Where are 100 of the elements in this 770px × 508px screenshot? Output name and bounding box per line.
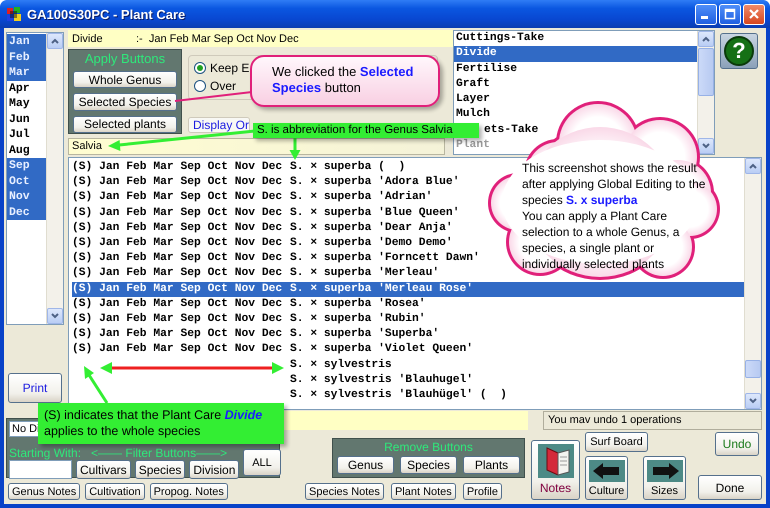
notes-button[interactable]: Notes [531, 440, 580, 500]
notes-button[interactable]: Plant Notes [390, 483, 456, 500]
culture-button[interactable]: Culture [585, 456, 628, 500]
month-item[interactable]: Apr [7, 80, 46, 96]
panel-title: <—— Filter Buttons——> [91, 447, 228, 460]
notes-button[interactable]: Species Notes [305, 483, 384, 500]
plant-row[interactable]: (S) Jan Feb Mar Sep Oct Nov Dec S. × superba 'Adrian' [72, 190, 432, 206]
notes-button[interactable]: Propog. Notes [150, 483, 228, 500]
selected-row[interactable]: (S) Jan Feb Mar Sep Oct Nov Dec S. × superba 'Merleau Rose' [72, 282, 744, 297]
month-item[interactable]: Aug [7, 142, 46, 158]
month-item[interactable]: Oct [7, 174, 46, 189]
plant-name: S. × superba ( ) [290, 160, 406, 176]
plant-row[interactable]: (S) Jan Feb Mar Sep Oct Nov Dec S. × superba 'Rosea' [72, 296, 426, 312]
plant-row[interactable]: (S) Jan Feb Mar Sep Oct Nov Dec S. × superba 'Blue Queen' [72, 206, 460, 221]
notes-button[interactable]: Cultivation [85, 483, 145, 500]
surf-board-button[interactable]: Surf Board [585, 432, 648, 452]
notes-button[interactable]: Genus Notes [8, 483, 80, 500]
plant-row[interactable]: (S) Jan Feb Mar Sep Oct Nov Dec S. × superba 'Merleau' [72, 266, 440, 282]
care-months: (S) Jan Feb Mar Sep Oct Nov Dec [72, 160, 284, 176]
apply-button[interactable]: Selected plants [73, 116, 177, 133]
plant-row[interactable]: (S) Jan Feb Mar Sep Oct Nov Dec S. × superba 'Demo Demo' [72, 236, 453, 252]
care-months: :- Jan Feb Mar Sep Oct Nov Dec [136, 32, 299, 44]
month-item[interactable]: Dec [7, 204, 46, 220]
callout-text: You can apply a Plant Care selection to a whole Genus, a species, a single plant or individually selected plants [522, 208, 680, 272]
care-task-item[interactable]: ets-Take [482, 122, 540, 138]
panel-title: Remove Buttons [384, 439, 473, 456]
remove-button[interactable]: Genus [337, 456, 394, 474]
print-button[interactable]: Print [8, 373, 62, 403]
care-task-item[interactable]: Cuttings-Take [454, 31, 546, 46]
care-months: (S) Jan Feb Mar Sep Oct Nov Dec [72, 312, 284, 327]
plant-row[interactable]: S. × sylvestris 'Blauhügel' ( ) [290, 388, 507, 403]
plant-name: S. × superba 'Dear Anja' [290, 220, 453, 236]
radio-option[interactable]: Over [194, 79, 236, 93]
plant-row[interactable]: (S) Jan Feb Mar Sep Oct Nov Dec S. × superba 'Rubin' [72, 312, 426, 328]
care-months: (S) Jan Feb Mar Sep Oct Nov Dec [72, 266, 284, 282]
care-task-item[interactable]: Layer [454, 92, 492, 108]
sizes-button[interactable]: Sizes [643, 456, 686, 500]
plant-name: S. × superba 'Violet Queen' [290, 342, 474, 358]
callout-text: This screenshot shows the result after applying Global Editing to the species S. x superba [522, 160, 706, 208]
care-months: (S) Jan Feb Mar Sep Oct Nov Dec [72, 206, 284, 221]
filter-button[interactable]: Cultivars [76, 460, 131, 479]
plant-row[interactable]: S. × sylvestris 'Blauhugel' [290, 372, 474, 388]
month-item[interactable]: May [7, 96, 46, 112]
plant-row[interactable]: (S) Jan Feb Mar Sep Oct Nov Dec S. × superba ( ) [72, 160, 406, 176]
plant-name: S. × superba 'Superba' [290, 327, 440, 342]
callout-bubble: We clicked the Selected Species button [250, 55, 440, 107]
month-item[interactable]: Nov [7, 189, 46, 204]
care-task-item[interactable]: Graft [454, 76, 492, 92]
window-title: GA100S30PC - Plant Care [27, 6, 186, 22]
care-months: (S) Jan Feb Mar Sep Oct Nov Dec [72, 327, 284, 342]
plant-row[interactable]: S. × sylvestris [290, 357, 392, 373]
plant-name: S. × superba 'Adrian' [290, 190, 432, 206]
starting-with-label: Starting With: [9, 447, 82, 460]
notes-button[interactable]: Profile [462, 483, 502, 500]
plant-row[interactable]: (S) Jan Feb Mar Sep Oct Nov Dec S. × superba 'Violet Queen' [72, 342, 474, 358]
plant-row[interactable]: (S) Jan Feb Mar Sep Oct Nov Dec S. × superba 'Adora Blue' [72, 175, 460, 190]
month-item[interactable]: Jan [7, 34, 46, 50]
care-months: (S) Jan Feb Mar Sep Oct Nov Dec [72, 236, 284, 252]
remove-button[interactable]: Species [400, 456, 457, 474]
genus-field[interactable]: Salvia [68, 138, 445, 155]
plant-name: S. × superba 'Blue Queen' [290, 206, 460, 221]
plant-name: S. × superba 'Rosea' [290, 296, 426, 312]
filter-button[interactable]: Division [189, 460, 240, 479]
month-item[interactable]: Jul [7, 127, 46, 142]
month-item[interactable]: Feb [7, 50, 46, 65]
care-months: (S) Jan Feb Mar Sep Oct Nov Dec [72, 251, 284, 266]
plant-row[interactable]: (S) Jan Feb Mar Sep Oct Nov Dec S. × superba 'Dear Anja' [72, 220, 453, 236]
month-item[interactable]: Jun [7, 112, 46, 127]
display-order-field[interactable]: Display Or [188, 117, 250, 133]
radio-option[interactable]: Keep E [194, 61, 250, 75]
plant-name: S. × superba 'Forncett Dawn' [290, 251, 480, 266]
care-months: (S) Jan Feb Mar Sep Oct Nov Dec [72, 296, 284, 312]
apply-button[interactable]: Selected Species [73, 93, 177, 111]
plant-row[interactable]: (S) Jan Feb Mar Sep Oct Nov Dec S. × superba 'Forncett Dawn' [72, 251, 480, 266]
month-item[interactable]: Sep [7, 158, 46, 174]
callout-label: (S) indicates that the Plant Care Divide applies to the whole species [38, 403, 284, 444]
done-button[interactable]: Done [698, 475, 762, 500]
filter-button[interactable]: Species [134, 460, 186, 479]
help-button[interactable]: ? [720, 33, 758, 69]
plant-name: S. × superba 'Rubin' [290, 312, 426, 327]
plant-name: S. × superba 'Adora Blue' [290, 175, 460, 190]
all-button[interactable]: ALL [243, 449, 281, 476]
care-task-item[interactable]: Divide [454, 46, 697, 62]
callout-label: S. is abbreviation for the Genus Salvia [253, 123, 479, 138]
plant-name: S. × superba 'Merleau' [290, 266, 440, 282]
undo-button[interactable]: Undo [715, 432, 759, 456]
care-task-name: Divide [72, 32, 104, 44]
status-text: You mav undo 1 operations [543, 411, 762, 430]
care-months: (S) Jan Feb Mar Sep Oct Nov Dec [72, 342, 284, 358]
care-months: (S) Jan Feb Mar Sep Oct Nov Dec [72, 190, 284, 206]
plant-name: S. × superba 'Demo Demo' [290, 236, 453, 252]
plant-name: S. × superba 'Merleau Rose' [290, 282, 474, 297]
apply-button[interactable]: Whole Genus [73, 71, 177, 88]
care-months: (S) Jan Feb Mar Sep Oct Nov Dec [72, 220, 284, 236]
plant-row[interactable]: (S) Jan Feb Mar Sep Oct Nov Dec S. × superba 'Superba' [72, 327, 440, 342]
panel-title: Apply Buttons [84, 52, 166, 66]
month-item[interactable]: Mar [7, 65, 46, 80]
care-task-item[interactable]: Mulch [454, 107, 492, 123]
care-task-item[interactable]: Fertilise [454, 62, 520, 77]
remove-button[interactable]: Plants [463, 456, 520, 474]
